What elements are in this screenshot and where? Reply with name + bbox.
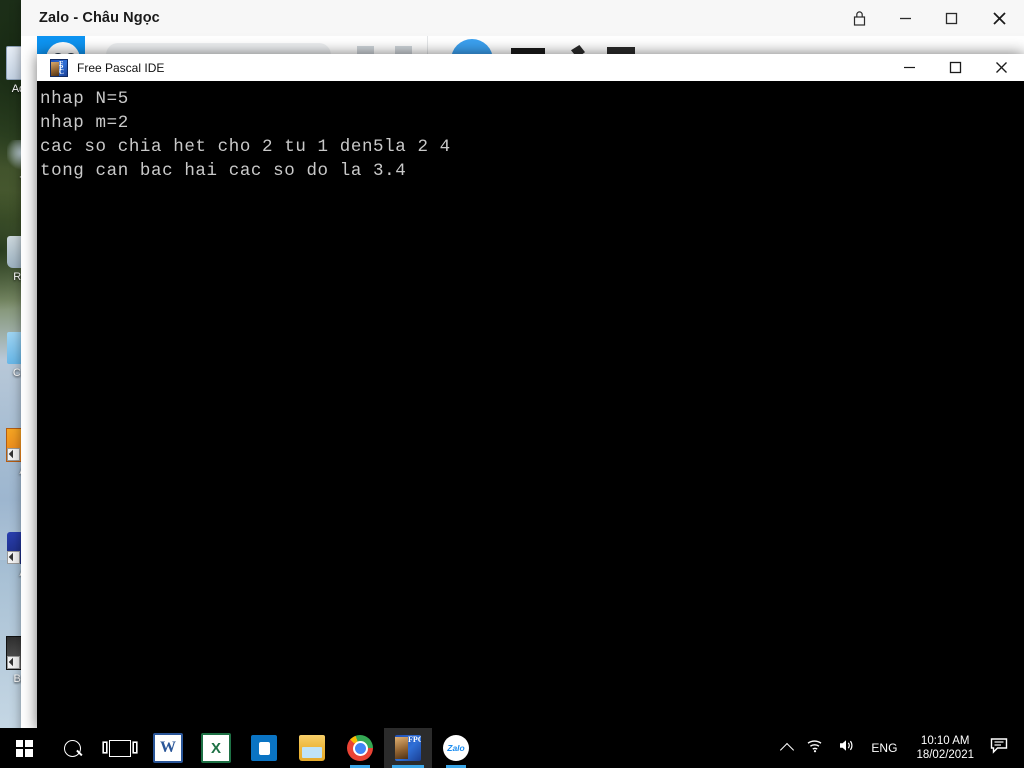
speaker-icon	[838, 738, 855, 758]
zalo-close-button[interactable]	[974, 0, 1024, 36]
start-button[interactable]	[0, 728, 48, 768]
zalo-maximize-button[interactable]	[928, 0, 974, 36]
chrome-icon	[347, 735, 373, 761]
free-pascal-icon: FPC	[395, 735, 421, 761]
word-icon: W	[153, 733, 183, 763]
console-line: nhap m=2	[40, 113, 129, 133]
console-line: cac so chia het cho 2 tu 1 den5la 2 4	[40, 137, 451, 157]
taskbar-excel[interactable]: X	[192, 728, 240, 768]
console-line: nhap N=5	[40, 89, 129, 109]
windows-logo-icon	[15, 739, 33, 757]
system-tray: ENG 10:10 AM 18/02/2021	[775, 728, 1024, 768]
taskbar: W X FPC Zalo ENG 10:10 AM 18/02/2021	[0, 728, 1024, 768]
network-button[interactable]	[799, 728, 831, 768]
clock-date: 18/02/2021	[916, 749, 974, 761]
taskbar-search[interactable]	[48, 728, 96, 768]
taskbar-task-view[interactable]	[96, 728, 144, 768]
action-center-button[interactable]	[984, 728, 1018, 768]
console-line: tong can bac hai cac so do la 3.4	[40, 161, 407, 181]
taskbar-chrome[interactable]	[336, 728, 384, 768]
notifications-icon	[990, 737, 1009, 759]
fpc-letter-c: C	[59, 67, 65, 76]
language-indicator[interactable]: ENG	[862, 741, 906, 755]
taskbar-zalo[interactable]: Zalo	[432, 728, 480, 768]
pascal-minimize-button[interactable]	[886, 54, 932, 81]
pascal-close-button[interactable]	[978, 54, 1024, 81]
show-hidden-icons-button[interactable]	[775, 728, 799, 768]
volume-button[interactable]	[831, 728, 862, 768]
free-pascal-icon: F P C	[50, 58, 68, 77]
fpc-letters: FPC	[408, 735, 421, 744]
free-pascal-window-title: Free Pascal IDE	[77, 60, 165, 75]
console-output[interactable]: nhap N=5 nhap m=2 cac so chia het cho 2 tu…	[37, 81, 1024, 730]
clock-time: 10:10 AM	[920, 735, 970, 747]
zalo-icon: Zalo	[443, 735, 469, 761]
taskbar-file-explorer[interactable]	[288, 728, 336, 768]
pascal-maximize-button[interactable]	[932, 54, 978, 81]
wifi-icon	[806, 738, 824, 758]
excel-icon: X	[201, 733, 231, 763]
task-view-icon	[104, 739, 136, 757]
zalo-window-title: Zalo - Châu Ngọc	[39, 10, 160, 26]
free-pascal-title-bar[interactable]: F P C Free Pascal IDE	[37, 54, 1024, 82]
lock-icon[interactable]	[836, 0, 882, 36]
zalo-window-controls	[836, 0, 1024, 36]
folder-icon	[299, 735, 325, 761]
taskbar-word[interactable]: W	[144, 728, 192, 768]
shortcut-arrow-icon	[7, 448, 20, 461]
screen: AdmTRecConAABas Zalo - Châu Ngọc	[0, 0, 1024, 768]
taskbar-store[interactable]	[240, 728, 288, 768]
chevron-up-icon	[780, 742, 795, 758]
zalo-title-bar[interactable]: Zalo - Châu Ngọc	[21, 0, 1024, 37]
store-icon	[251, 735, 277, 761]
search-icon	[63, 739, 81, 757]
free-pascal-window-controls	[886, 54, 1024, 81]
fpc-mascot	[395, 737, 408, 759]
free-pascal-window[interactable]: F P C Free Pascal IDE nhap N=5 nhap m=2 …	[37, 54, 1024, 730]
shortcut-arrow-icon	[7, 551, 20, 564]
clock[interactable]: 10:10 AM 18/02/2021	[906, 734, 984, 762]
shortcut-arrow-icon	[7, 656, 20, 669]
zalo-minimize-button[interactable]	[882, 0, 928, 36]
taskbar-free-pascal[interactable]: FPC	[384, 728, 432, 768]
